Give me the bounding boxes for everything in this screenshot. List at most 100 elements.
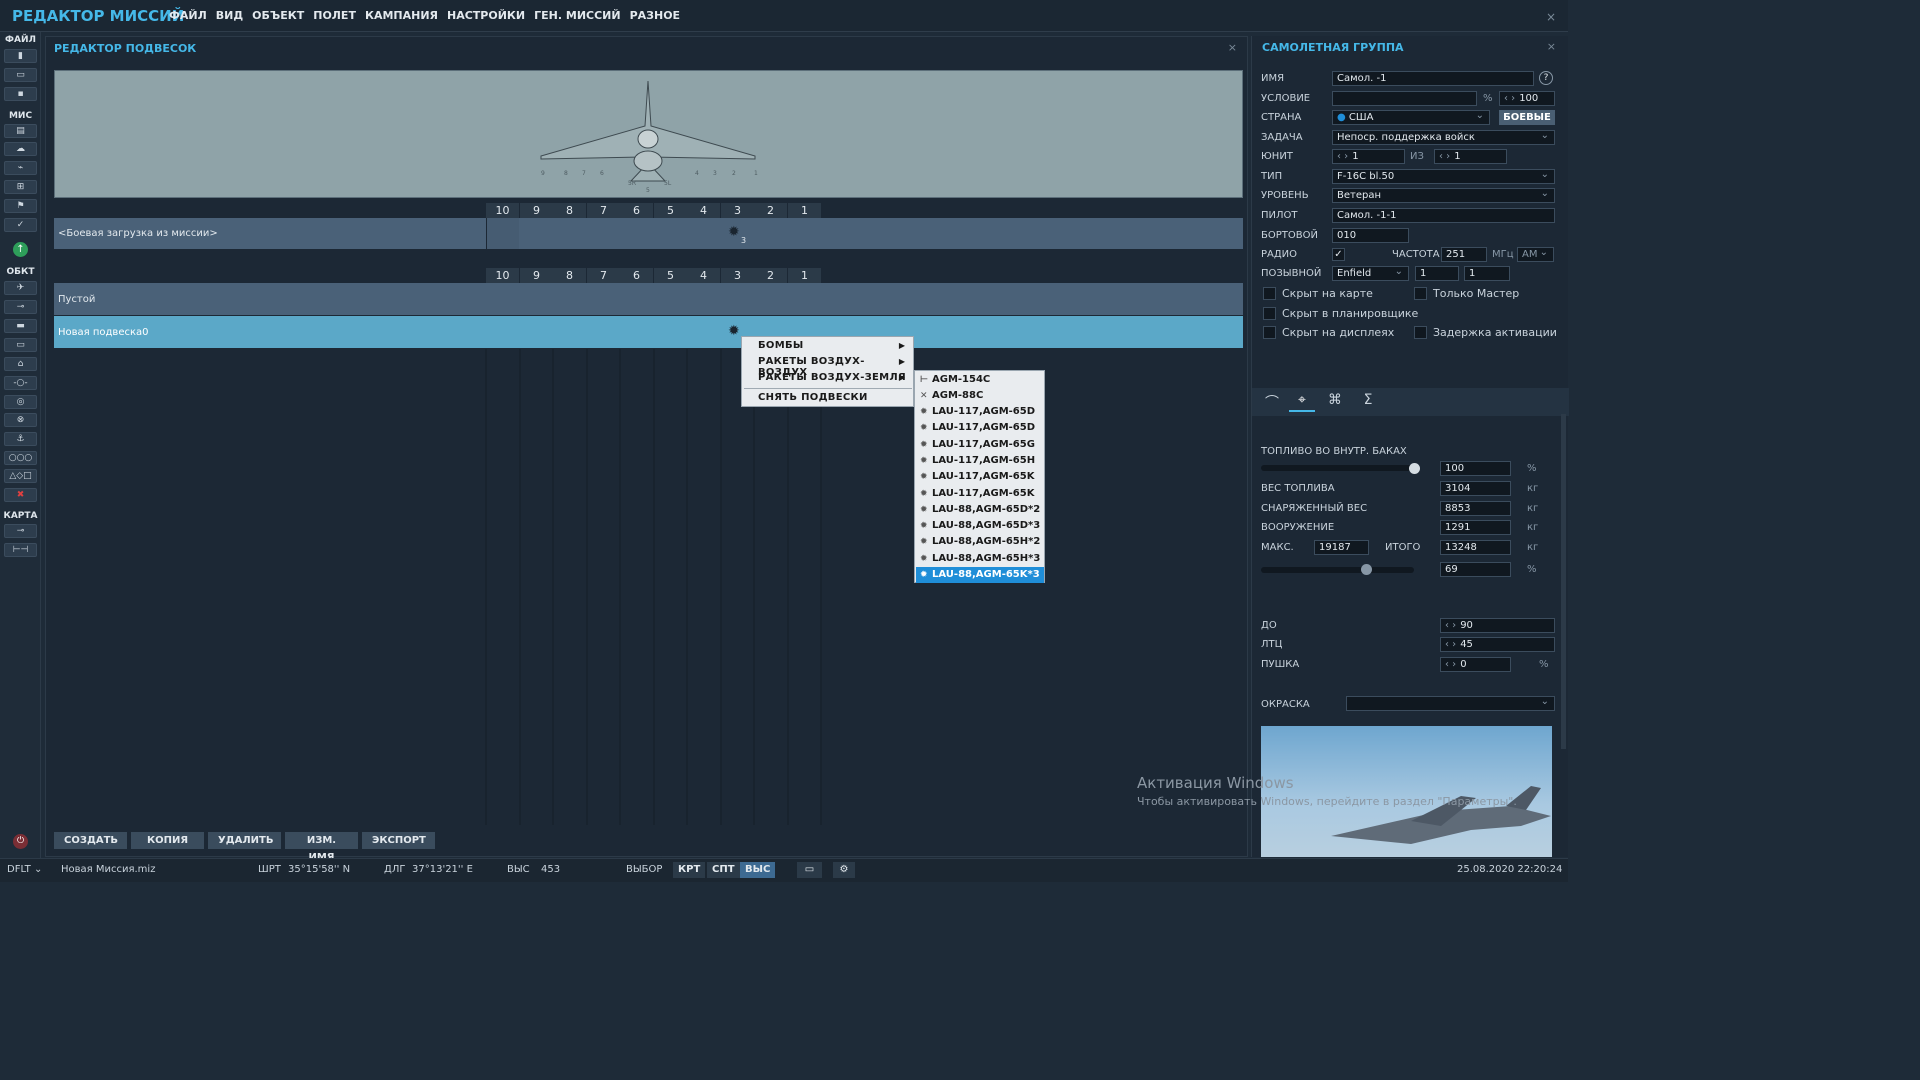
open-folder-icon[interactable]: ▭ <box>4 68 37 82</box>
radio-checkbox[interactable]: ✓ <box>1332 248 1345 261</box>
modulation-select[interactable]: AM <box>1517 246 1554 262</box>
menu-file[interactable]: ФАЙЛ <box>169 9 207 22</box>
exit-icon[interactable]: ⏻ <box>13 834 28 849</box>
table-row[interactable] <box>54 218 1243 249</box>
triggers-icon[interactable]: ⌘ <box>1322 392 1348 412</box>
fuel-percent-field[interactable]: 100 <box>1440 461 1511 476</box>
zone-icon[interactable]: ⊗ <box>4 413 37 427</box>
ship-icon[interactable]: ▬ <box>4 319 37 333</box>
fuel-slider-handle[interactable] <box>1408 463 1420 474</box>
condition-field[interactable] <box>1332 91 1477 106</box>
submenu-item[interactable]: ✹ LAU-117,AGM-65D <box>916 404 1044 420</box>
level-select[interactable]: Ветеран <box>1332 187 1555 203</box>
submenu-item[interactable]: ✹ LAU-117,AGM-65H <box>916 453 1044 469</box>
condition-value[interactable]: ‹ › 100 <box>1499 91 1555 106</box>
unit-count-stepper[interactable]: ‹ › 1 <box>1434 149 1507 164</box>
profile-select[interactable]: DFLT ⌄ <box>7 864 42 875</box>
type-select[interactable]: F-16C bl.50 <box>1332 168 1555 184</box>
weather-icon[interactable]: ☁ <box>4 142 37 156</box>
frequency-field[interactable]: 251 <box>1441 247 1487 262</box>
menu-settings[interactable]: НАСТРОЙКИ <box>447 9 525 22</box>
submenu-item[interactable]: ✹ LAU-117,AGM-65K <box>916 486 1044 502</box>
target-icon[interactable]: ◎ <box>4 395 37 409</box>
trigger-zone-icon[interactable]: ⊞ <box>4 180 37 194</box>
submenu-item[interactable]: ✕ AGM-88C <box>916 388 1044 404</box>
menu-view[interactable]: ВИД <box>216 9 243 22</box>
static-object-icon[interactable]: ⌂ <box>4 357 37 371</box>
select-mode-label[interactable]: ВЫБОР <box>626 864 662 875</box>
route-icon[interactable]: ⌁ <box>4 161 37 175</box>
submenu-item[interactable]: ✹ LAU-88,AGM-65D*2 <box>916 502 1044 518</box>
template-icon[interactable]: -○- <box>4 376 37 390</box>
hidden-on-displays-checkbox[interactable] <box>1263 326 1276 339</box>
ground-vehicle-icon[interactable]: ▭ <box>4 338 37 352</box>
load-slider-handle[interactable] <box>1361 564 1373 575</box>
gun-stepper[interactable]: ‹ › 0 <box>1440 657 1511 672</box>
board-number-field[interactable]: 010 <box>1332 228 1409 243</box>
summary-icon[interactable]: Σ <box>1355 392 1381 412</box>
help-icon[interactable]: ? <box>1539 71 1553 85</box>
map-mode-button[interactable]: КРТ <box>673 862 706 878</box>
menu-item-air-to-ground[interactable]: РАКЕТЫ ВОЗДУХ-ЗЕМЛЯ <box>758 372 906 383</box>
new-file-icon[interactable]: ▮ <box>4 49 37 63</box>
submenu-item[interactable]: ✹ LAU-117,AGM-65K <box>916 469 1044 485</box>
callsign-number-2[interactable]: 1 <box>1464 266 1510 281</box>
fuel-slider[interactable] <box>1261 465 1414 471</box>
delete-icon[interactable]: ✖ <box>4 488 37 502</box>
close-icon[interactable]: × <box>1547 40 1556 53</box>
close-icon[interactable]: × <box>1228 41 1237 54</box>
submenu-item[interactable]: ⊢ AGM-154C <box>916 372 1044 388</box>
combat-button[interactable]: БОЕВЫЕ <box>1499 110 1555 125</box>
settings-icon[interactable]: ⚙ <box>833 862 855 878</box>
late-activation-checkbox[interactable] <box>1414 326 1427 339</box>
save-icon[interactable]: ▪ <box>4 87 37 101</box>
submenu-item[interactable]: ✹ LAU-117,AGM-65G <box>916 437 1044 453</box>
chaff-stepper[interactable]: ‹ › 90 <box>1440 618 1555 633</box>
name-field[interactable]: Самол. -1 <box>1332 71 1534 86</box>
menu-campaign[interactable]: КАМПАНИЯ <box>365 9 438 22</box>
menu-mission-gen[interactable]: ГЕН. МИССИЙ <box>534 9 620 22</box>
briefing-icon[interactable]: ▤ <box>4 124 37 138</box>
flare-stepper[interactable]: ‹ › 45 <box>1440 637 1555 652</box>
satellite-mode-button[interactable]: СПТ <box>707 862 740 878</box>
pilot-field[interactable]: Самол. -1-1 <box>1332 208 1555 223</box>
copy-button[interactable]: КОПИЯ <box>131 832 204 849</box>
check-icon[interactable]: ✓ <box>4 218 37 232</box>
country-select[interactable]: ● США <box>1332 109 1490 125</box>
ruler-icon[interactable]: ⊸ <box>4 524 37 538</box>
aircraft-filter-icon[interactable]: ▭ <box>797 862 822 878</box>
delete-button[interactable]: УДАЛИТЬ <box>208 832 281 849</box>
menu-item-bombs[interactable]: БОМБЫ <box>758 340 804 351</box>
load-slider[interactable] <box>1261 567 1414 573</box>
flag-icon[interactable]: ⚑ <box>4 199 37 213</box>
measure-icon[interactable]: ⊢⊣ <box>4 543 37 557</box>
close-icon[interactable]: × <box>1546 10 1556 24</box>
arrow-up-icon[interactable]: ↑ <box>13 242 28 257</box>
anchor-icon[interactable]: ⚓ <box>4 432 37 446</box>
hidden-on-map-checkbox[interactable] <box>1263 287 1276 300</box>
shapes-icon[interactable]: △◇□ <box>4 469 37 483</box>
helicopter-icon[interactable]: ⊸ <box>4 300 37 314</box>
table-row[interactable] <box>54 283 1243 315</box>
master-only-checkbox[interactable] <box>1414 287 1427 300</box>
hidden-in-planner-checkbox[interactable] <box>1263 307 1276 320</box>
group-icon[interactable]: ○○○ <box>4 451 37 465</box>
submenu-item[interactable]: ✹ LAU-88,AGM-65H*2 <box>916 534 1044 550</box>
submenu-item[interactable]: ✹ LAU-88,AGM-65D*3 <box>916 518 1044 534</box>
weapon-icon[interactable]: ✹ <box>728 323 740 339</box>
menu-misc[interactable]: РАЗНОЕ <box>630 9 680 22</box>
livery-select[interactable] <box>1346 695 1555 711</box>
callsign-select[interactable]: Enfield <box>1332 265 1409 281</box>
submenu-item-selected[interactable]: ✹ LAU-88,AGM-65K*3 <box>916 567 1044 583</box>
submenu-item[interactable]: ✹ LAU-88,AGM-65H*3 <box>916 551 1044 567</box>
export-button[interactable]: ЭКСПОРТ <box>362 832 435 849</box>
submenu-item[interactable]: ✹ LAU-117,AGM-65D <box>916 420 1044 436</box>
task-select[interactable]: Непоср. поддержка войск <box>1332 129 1555 145</box>
create-button[interactable]: СОЗДАТЬ <box>54 832 127 849</box>
weapon-icon[interactable]: ✹ <box>728 224 740 240</box>
unit-stepper[interactable]: ‹ › 1 <box>1332 149 1405 164</box>
altitude-mode-button[interactable]: ВЫС <box>740 862 776 878</box>
callsign-number-1[interactable]: 1 <box>1415 266 1459 281</box>
scrollbar[interactable] <box>1561 414 1566 749</box>
menu-flight[interactable]: ПОЛЕТ <box>313 9 356 22</box>
